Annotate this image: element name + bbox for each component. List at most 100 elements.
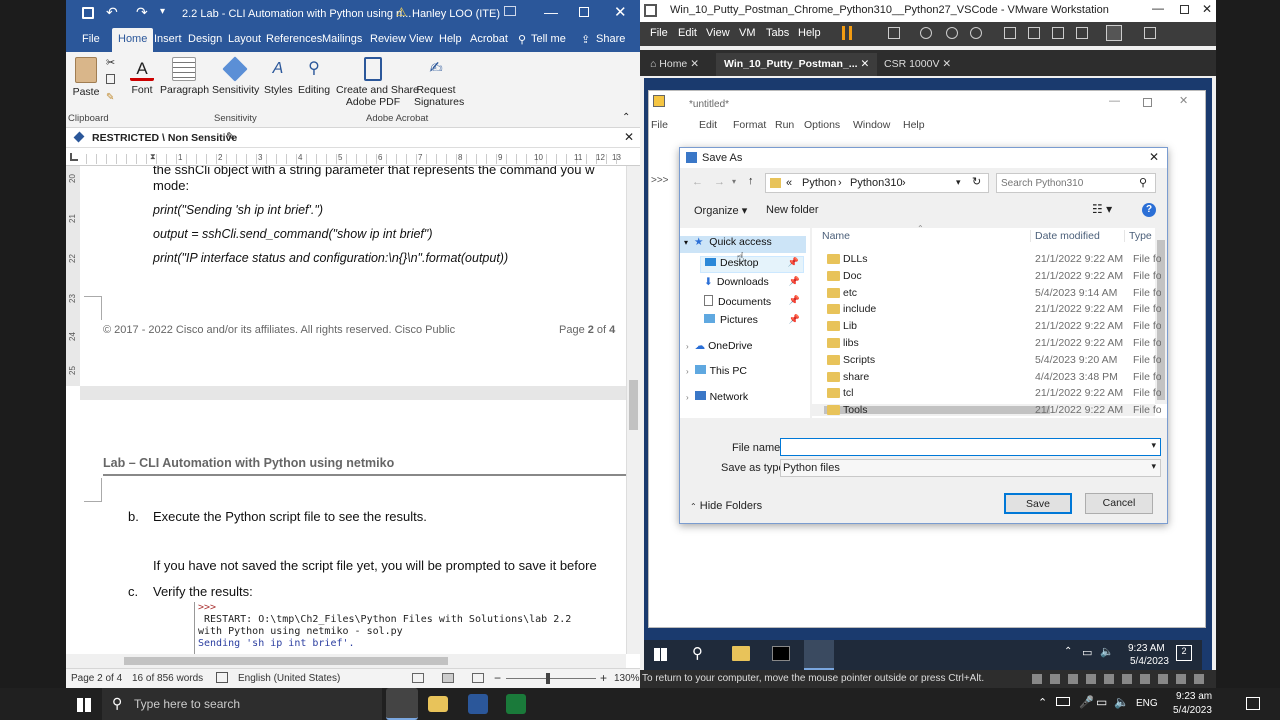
thumbnail-icon[interactable] bbox=[1028, 27, 1040, 39]
windows-start-icon[interactable] bbox=[77, 698, 91, 712]
print-layout-icon[interactable] bbox=[442, 673, 454, 683]
manage-snapshots-icon[interactable] bbox=[970, 27, 982, 39]
infobar-close-icon[interactable]: ✕ bbox=[624, 130, 634, 144]
idle-close[interactable]: ✕ bbox=[1179, 94, 1188, 107]
copy-icon[interactable] bbox=[106, 74, 115, 84]
nav-this-pc[interactable]: › This PC bbox=[686, 365, 747, 382]
vm-close-button[interactable]: ✕ bbox=[1202, 2, 1212, 16]
document-area[interactable]: the sshCli object with a string paramete… bbox=[80, 166, 626, 660]
undo-icon[interactable]: ↶ bbox=[106, 4, 118, 21]
create-share-pdf-button[interactable]: Create and Share Adobe PDF bbox=[336, 57, 419, 108]
file-row[interactable]: share 4/4/2023 3:48 PM File fol bbox=[817, 369, 1161, 386]
ribbon-display-icon[interactable] bbox=[504, 6, 516, 16]
vm-menu-tabs[interactable]: Tabs bbox=[766, 27, 789, 39]
unity-icon[interactable] bbox=[1076, 27, 1088, 39]
guest-explorer-icon[interactable] bbox=[732, 646, 750, 661]
guest-desktop[interactable]: *untitled* — ✕ File Edit Format Run Opti… bbox=[644, 78, 1212, 670]
web-layout-icon[interactable] bbox=[472, 673, 484, 683]
vmware-taskbar-icon[interactable] bbox=[386, 688, 418, 720]
guest-search-icon[interactable]: ⚲ bbox=[692, 644, 703, 662]
font-button[interactable]: A Font bbox=[128, 57, 156, 96]
tab-review[interactable]: Review bbox=[370, 33, 406, 45]
vm-device-icons[interactable] bbox=[1032, 674, 1208, 684]
host-search-box[interactable]: ⚲ Type here to search bbox=[102, 688, 382, 720]
indent-marker[interactable]: ⧗ bbox=[150, 152, 156, 162]
tab-mailings[interactable]: Mailings bbox=[322, 33, 362, 45]
guest-clock-date[interactable]: 5/4/2023 bbox=[1130, 656, 1169, 667]
guest-start-icon[interactable] bbox=[654, 648, 667, 661]
guest-python-icon[interactable] bbox=[804, 640, 834, 670]
packet-tracer-taskbar-icon[interactable] bbox=[506, 694, 526, 714]
vm-menu-help[interactable]: Help bbox=[798, 27, 821, 39]
nav-downloads[interactable]: ⬇ Downloads 📌 bbox=[704, 276, 804, 293]
file-row[interactable]: include 21/1/2022 9:22 AM File fol bbox=[817, 301, 1161, 318]
vm-menu-view[interactable]: View bbox=[706, 27, 730, 39]
host-volume-icon[interactable]: 🔈 bbox=[1114, 695, 1129, 709]
library-icon[interactable] bbox=[1004, 27, 1016, 39]
col-name[interactable]: Name bbox=[822, 230, 850, 242]
zoom-slider-thumb[interactable] bbox=[546, 673, 550, 684]
file-row[interactable]: etc 5/4/2023 9:14 AM File fol bbox=[817, 285, 1161, 302]
file-row[interactable]: tcl 21/1/2022 9:22 AM File fol bbox=[817, 385, 1161, 402]
ruler-tab-selector[interactable] bbox=[70, 153, 78, 161]
styles-button[interactable]: A Styles bbox=[264, 57, 293, 96]
save-as-close-button[interactable]: ✕ bbox=[1149, 150, 1159, 164]
file-row[interactable]: DLLs 21/1/2022 9:22 AM File fol bbox=[817, 251, 1161, 268]
breadcrumb-python310[interactable]: Python310 bbox=[850, 177, 903, 189]
edit-pencil-icon[interactable]: ✎ bbox=[226, 130, 235, 143]
zoom-slider[interactable] bbox=[506, 673, 596, 684]
chevron-down-icon[interactable]: ▾ bbox=[1151, 461, 1156, 472]
tab-file[interactable]: File bbox=[82, 33, 100, 45]
status-words[interactable]: 16 of 856 words bbox=[132, 673, 203, 684]
back-arrow-icon[interactable]: ← bbox=[692, 176, 703, 188]
zoom-out-icon[interactable]: − bbox=[494, 671, 501, 685]
collapse-ribbon-icon[interactable]: ⌃ bbox=[622, 112, 630, 123]
vm-menu-vm[interactable]: VM bbox=[739, 27, 756, 39]
tab-design[interactable]: Design bbox=[188, 33, 222, 45]
horizontal-scrollbar[interactable] bbox=[66, 654, 626, 668]
host-clock-date[interactable]: 5/4/2023 bbox=[1173, 705, 1212, 716]
save-type-select[interactable]: Python files ▾ bbox=[780, 459, 1161, 477]
vm-tab-win10[interactable]: Win_10_Putty_Postman_... ✕ bbox=[716, 53, 878, 76]
guest-network-icon[interactable]: ▭ bbox=[1082, 646, 1092, 659]
nav-desktop[interactable]: Desktop 📌 bbox=[700, 256, 804, 273]
file-row[interactable]: Doc 21/1/2022 9:22 AM File fol bbox=[817, 268, 1161, 285]
vertical-scrollbar[interactable] bbox=[626, 166, 640, 654]
user-name[interactable]: Hanley LOO (ITE) bbox=[412, 8, 500, 20]
file-row[interactable]: Scripts 5/4/2023 9:20 AM File fol bbox=[817, 352, 1161, 369]
maximize-button[interactable] bbox=[579, 7, 589, 17]
file-name-input[interactable]: ▾ bbox=[780, 438, 1161, 456]
nav-onedrive[interactable]: › ☁ OneDrive bbox=[686, 340, 752, 357]
cancel-button[interactable]: Cancel bbox=[1085, 493, 1153, 514]
hscroll-thumb[interactable] bbox=[124, 657, 448, 665]
send-ctrl-alt-del-icon[interactable] bbox=[888, 27, 900, 39]
idle-menu-help[interactable]: Help bbox=[903, 119, 925, 131]
address-dropdown-icon[interactable]: ▾ bbox=[956, 177, 961, 188]
fullscreen-icon[interactable] bbox=[1052, 27, 1064, 39]
host-network-icon[interactable]: ▭ bbox=[1096, 695, 1107, 709]
tray-chevron-icon[interactable]: ⌃ bbox=[1038, 696, 1047, 709]
guest-volume-icon[interactable]: 🔈 bbox=[1100, 645, 1114, 658]
tab-acrobat[interactable]: Acrobat bbox=[470, 33, 508, 45]
nav-pictures[interactable]: Pictures 📌 bbox=[704, 314, 804, 331]
zoom-level[interactable]: 130% bbox=[614, 673, 640, 684]
guest-clock-time[interactable]: 9:23 AM bbox=[1128, 643, 1165, 654]
save-button[interactable]: Save bbox=[1004, 493, 1072, 514]
editing-button[interactable]: ⚲ Editing bbox=[298, 57, 330, 96]
tray-chevron-icon[interactable]: ⌃ bbox=[1064, 646, 1072, 657]
guest-notification-icon[interactable]: 2 bbox=[1176, 645, 1192, 661]
host-language[interactable]: ENG bbox=[1136, 698, 1158, 709]
host-notification-icon[interactable] bbox=[1246, 697, 1260, 710]
guest-terminal-icon[interactable] bbox=[772, 646, 790, 661]
organize-button[interactable]: Organize ▾ bbox=[694, 204, 747, 217]
idle-menu-options[interactable]: Options bbox=[804, 119, 840, 131]
request-signatures-button[interactable]: ✍ Request Signatures bbox=[414, 57, 464, 108]
file-explorer-taskbar-icon[interactable] bbox=[428, 696, 448, 712]
sensitivity-button[interactable]: Sensitivity bbox=[212, 56, 259, 96]
host-clock-time[interactable]: 9:23 am bbox=[1176, 691, 1212, 702]
col-date[interactable]: Date modified bbox=[1030, 230, 1100, 242]
host-battery-icon[interactable] bbox=[1056, 697, 1070, 706]
idle-menu-run[interactable]: Run bbox=[775, 119, 794, 131]
refresh-icon[interactable]: ↻ bbox=[972, 175, 981, 188]
help-icon[interactable]: ? bbox=[1142, 203, 1156, 217]
